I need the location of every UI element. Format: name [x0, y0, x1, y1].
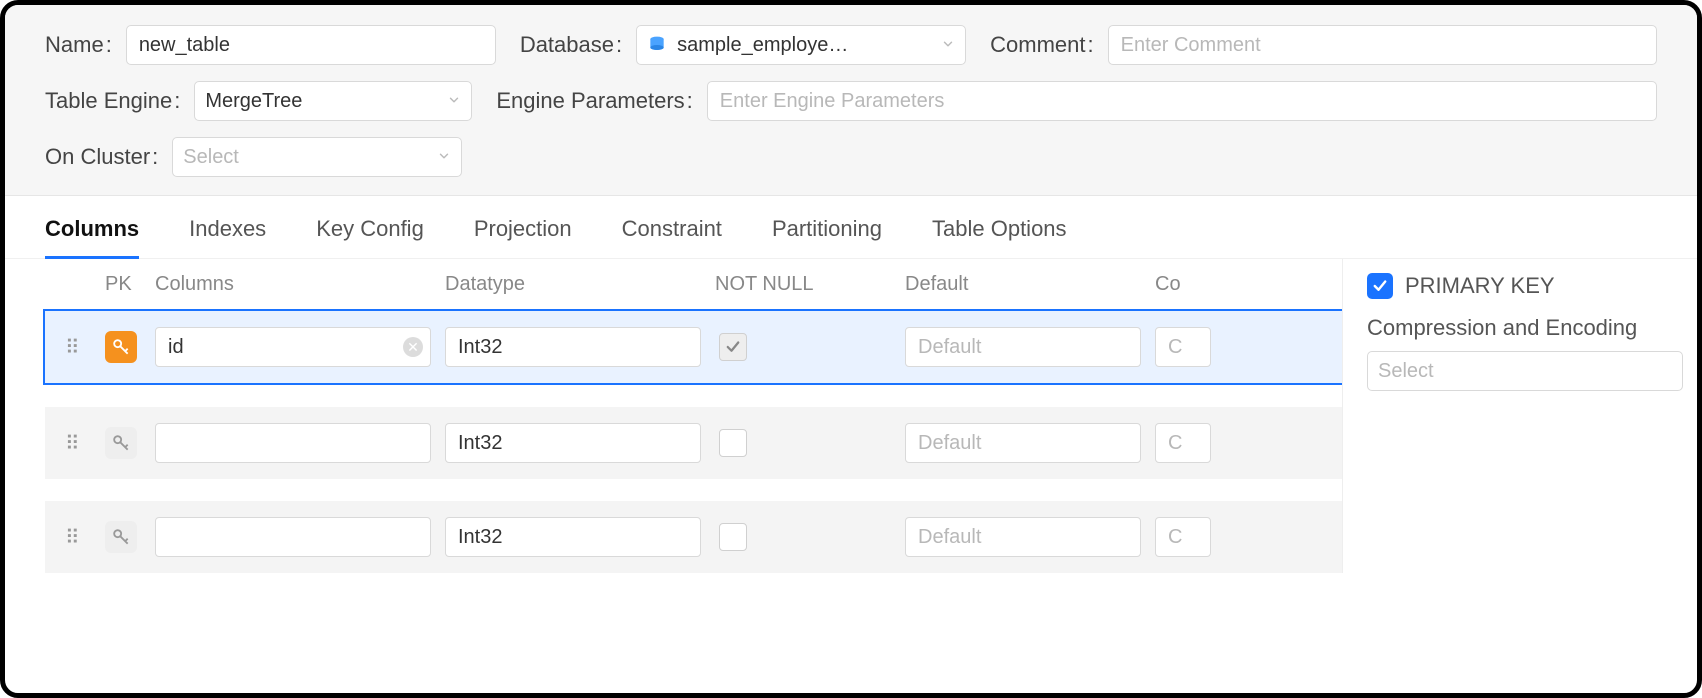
column-name-input[interactable] [155, 423, 431, 463]
primary-key-checkbox[interactable] [1367, 273, 1393, 299]
name-input[interactable] [126, 25, 496, 65]
engine-params-label: Engine Parameters [496, 88, 692, 114]
primary-key-label: PRIMARY KEY [1405, 273, 1555, 299]
tab-keyconfig[interactable]: Key Config [316, 216, 424, 258]
default-input[interactable] [905, 517, 1141, 557]
notnull-checkbox[interactable] [719, 523, 747, 551]
name-label: Name [45, 32, 112, 58]
datatype-input[interactable] [445, 517, 701, 557]
chevron-down-icon [941, 37, 955, 54]
tabs: Columns Indexes Key Config Projection Co… [5, 196, 1697, 259]
co-input[interactable] [1155, 423, 1211, 463]
compression-value: Select [1378, 360, 1434, 383]
comment-input[interactable] [1108, 25, 1657, 65]
drag-handle-icon[interactable]: ⠿ [65, 525, 105, 550]
pk-toggle[interactable] [105, 331, 137, 363]
datatype-input[interactable] [445, 327, 701, 367]
datatype-input[interactable] [445, 423, 701, 463]
oncluster-label: On Cluster [45, 144, 158, 170]
columns-grid: PK Columns Datatype NOT NULL Default Co … [45, 259, 1342, 573]
clear-icon[interactable]: ✕ [403, 337, 423, 357]
tab-constraint[interactable]: Constraint [622, 216, 722, 258]
tab-partitioning[interactable]: Partitioning [772, 216, 882, 258]
chevron-down-icon [437, 149, 451, 166]
hdr-default: Default [905, 273, 1155, 296]
default-input[interactable] [905, 327, 1141, 367]
notnull-checkbox[interactable] [719, 429, 747, 457]
engine-params-input[interactable] [707, 81, 1657, 121]
pk-toggle[interactable] [105, 427, 137, 459]
pk-toggle[interactable] [105, 521, 137, 553]
compression-select[interactable]: Select [1367, 351, 1683, 391]
co-input[interactable] [1155, 517, 1211, 557]
tab-indexes[interactable]: Indexes [189, 216, 266, 258]
engine-select[interactable]: MergeTree [194, 81, 472, 121]
notnull-checkbox[interactable] [719, 333, 747, 361]
column-name-input[interactable] [155, 517, 431, 557]
tab-projection[interactable]: Projection [474, 216, 572, 258]
database-icon [647, 35, 667, 55]
hdr-columns: Columns [155, 273, 445, 296]
hdr-co: Co [1155, 273, 1225, 296]
co-input[interactable] [1155, 327, 1211, 367]
database-value: sample_employe… [677, 34, 848, 57]
hdr-datatype: Datatype [445, 273, 715, 296]
column-row[interactable]: ⠿ [45, 407, 1342, 479]
tab-tableoptions[interactable]: Table Options [932, 216, 1067, 258]
hdr-notnull: NOT NULL [715, 273, 905, 296]
table-meta-form: Name Database sample_employe… Comment Ta… [5, 5, 1697, 196]
hdr-pk: PK [105, 273, 155, 296]
engine-label: Table Engine [45, 88, 180, 114]
column-row[interactable]: ⠿ [45, 501, 1342, 573]
database-select[interactable]: sample_employe… [636, 25, 966, 65]
grid-header: PK Columns Datatype NOT NULL Default Co [45, 259, 1342, 309]
database-label: Database [520, 32, 622, 58]
column-row[interactable]: ⠿ ✕ [43, 309, 1342, 385]
chevron-down-icon [447, 93, 461, 110]
column-side-panel: PRIMARY KEY Compression and Encoding Sel… [1342, 259, 1697, 573]
drag-handle-icon[interactable]: ⠿ [65, 335, 105, 360]
default-input[interactable] [905, 423, 1141, 463]
oncluster-select[interactable]: Select [172, 137, 462, 177]
oncluster-value: Select [183, 146, 239, 169]
tab-columns[interactable]: Columns [45, 216, 139, 259]
engine-value: MergeTree [205, 90, 302, 113]
column-name-input[interactable] [155, 327, 431, 367]
compression-label: Compression and Encoding [1367, 315, 1673, 341]
comment-label: Comment [990, 32, 1093, 58]
drag-handle-icon[interactable]: ⠿ [65, 431, 105, 456]
